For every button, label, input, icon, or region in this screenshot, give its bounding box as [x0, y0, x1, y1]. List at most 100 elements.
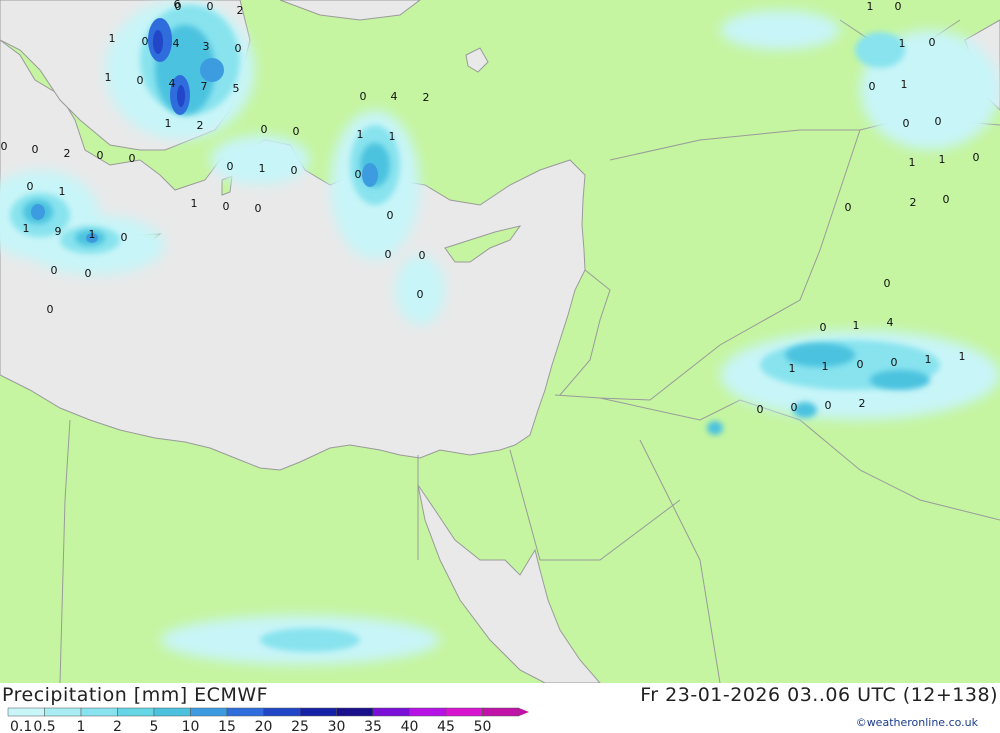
- legend-swatch: [190, 707, 228, 717]
- legend-swatch: [263, 707, 301, 717]
- precip-value-label: 4: [887, 316, 894, 329]
- legend-level-label: 40: [401, 719, 419, 733]
- precip-value-label: 0: [47, 303, 54, 316]
- precip-value-label: 0: [355, 168, 362, 181]
- precip-value-label: 0: [825, 399, 832, 412]
- legend-swatch: [117, 707, 155, 717]
- precip-value-label: 1: [259, 162, 266, 175]
- legend-level-label: 1: [77, 719, 86, 733]
- precip-value-label: 0: [385, 248, 392, 261]
- legend-level-label: 45: [437, 719, 455, 733]
- legend-swatch: [482, 707, 520, 717]
- precip-value-label: 1: [357, 128, 364, 141]
- precip-value-label: 1: [59, 185, 66, 198]
- precip-value-label: 5: [233, 82, 240, 95]
- legend-swatch: [409, 707, 447, 717]
- legend-swatch: [80, 707, 118, 717]
- legend-level-label: 30: [328, 719, 346, 733]
- precip-value-label: 0: [1, 140, 8, 153]
- legend-arrow: [519, 708, 529, 716]
- precip-value-label: 0: [943, 193, 950, 206]
- legend-level-label: 25: [291, 719, 309, 733]
- precip-value-label: 2: [910, 196, 917, 209]
- precip-value-label: 1: [901, 78, 908, 91]
- precip-value-label: 0: [137, 74, 144, 87]
- precip-value-label: 1: [909, 156, 916, 169]
- precip-value-label: 0: [845, 201, 852, 214]
- precip-value-label: 0: [791, 401, 798, 414]
- precip-value-label: 2: [197, 119, 204, 132]
- legend-swatch: [153, 707, 191, 717]
- legend-swatch: [7, 707, 45, 717]
- precip-value-label: 0: [207, 0, 214, 13]
- precip-value-label: 1: [89, 228, 96, 241]
- precip-value-label: 0: [97, 149, 104, 162]
- precip-value-label: 1: [939, 153, 946, 166]
- precip-value-label: 1: [191, 197, 198, 210]
- precip-value-label: 6: [174, 0, 181, 11]
- precip-value-label: 1: [109, 32, 116, 45]
- precip-value-label: 0: [903, 117, 910, 130]
- precip-value-label: 1: [389, 130, 396, 143]
- precip-value-label: 1: [853, 319, 860, 332]
- precip-value-label: 4: [391, 90, 398, 103]
- precip-value-label: 0: [255, 202, 262, 215]
- precip-value-label: 1: [822, 360, 829, 373]
- precip-value-label: 0: [417, 288, 424, 301]
- precip-value-label: 0: [869, 80, 876, 93]
- precip-value-label: 4: [173, 37, 180, 50]
- legend-swatch: [336, 707, 374, 717]
- precip-value-label: 0: [891, 356, 898, 369]
- precip-value-label: 0: [857, 358, 864, 371]
- precip-value-label: 0: [121, 231, 128, 244]
- precip-value-label: 1: [899, 37, 906, 50]
- precip-value-label: 0: [935, 115, 942, 128]
- precip-value-label: 1: [959, 350, 966, 363]
- legend-swatch: [226, 707, 264, 717]
- precip-value-label: 0: [757, 403, 764, 416]
- legend-level-label: 10: [182, 719, 200, 733]
- precip-value-label: 0: [27, 180, 34, 193]
- precip-value-label: 0: [85, 267, 92, 280]
- precip-value-label: 0: [387, 209, 394, 222]
- precip-value-label: 4: [169, 77, 176, 90]
- color-legend: 0.1 0.5 1 2 5 10 15 20 25 30 35 40 45 50: [7, 707, 529, 733]
- legend-swatch: [372, 707, 410, 717]
- precip-value-label: 1: [105, 71, 112, 84]
- map-title: Precipitation [mm] ECMWF: [2, 684, 269, 706]
- legend-swatch: [44, 707, 82, 717]
- precip-value-label: 2: [859, 397, 866, 410]
- legend-level-label: 20: [255, 719, 273, 733]
- credit-link[interactable]: ©weatheronline.co.uk: [856, 716, 978, 729]
- legend-level-label: 5: [150, 719, 159, 733]
- validity-time: Fr 23-01-2026 03..06 UTC (12+138): [640, 684, 998, 706]
- precip-value-label: 0: [227, 160, 234, 173]
- precip-value-label: 0: [291, 164, 298, 177]
- legend-level-label: 2: [113, 719, 122, 733]
- legend-swatch: [445, 707, 483, 717]
- precip-value-label: 3: [203, 40, 210, 53]
- legend-level-label: 0.5: [33, 719, 55, 733]
- precip-value-label: 0: [360, 90, 367, 103]
- precip-value-label: 0: [895, 0, 902, 13]
- legend-level-label: 35: [364, 719, 382, 733]
- precip-value-label: 0: [973, 151, 980, 164]
- precipitation-map: 0 0 2 1 0 4 3 0 6 1 0 4 7 5 1 2 0 0 2 0 0 0 0 0 1 0 0 1 1 0 0 1 9 1 0 0 0 0 0 4…: [0, 0, 1000, 683]
- precip-value-label: 0: [223, 200, 230, 213]
- precip-value-label: 1: [165, 117, 172, 130]
- precip-value-label: 2: [423, 91, 430, 104]
- precip-value-label: 2: [237, 4, 244, 17]
- precip-value-label: 0: [261, 123, 268, 136]
- legend-swatch: [299, 707, 337, 717]
- precip-value-label: 0: [820, 321, 827, 334]
- precip-value-label: 1: [23, 222, 30, 235]
- precip-value-label: 0: [32, 143, 39, 156]
- legend-level-label: 0.1: [10, 719, 32, 733]
- precip-value-label: 0: [884, 277, 891, 290]
- precip-value-label: 1: [789, 362, 796, 375]
- precip-value-label: 0: [929, 36, 936, 49]
- precip-value-label: 0: [51, 264, 58, 277]
- precip-value-label: 0: [419, 249, 426, 262]
- precip-value-label: 9: [55, 225, 62, 238]
- precip-value-label: 2: [64, 147, 71, 160]
